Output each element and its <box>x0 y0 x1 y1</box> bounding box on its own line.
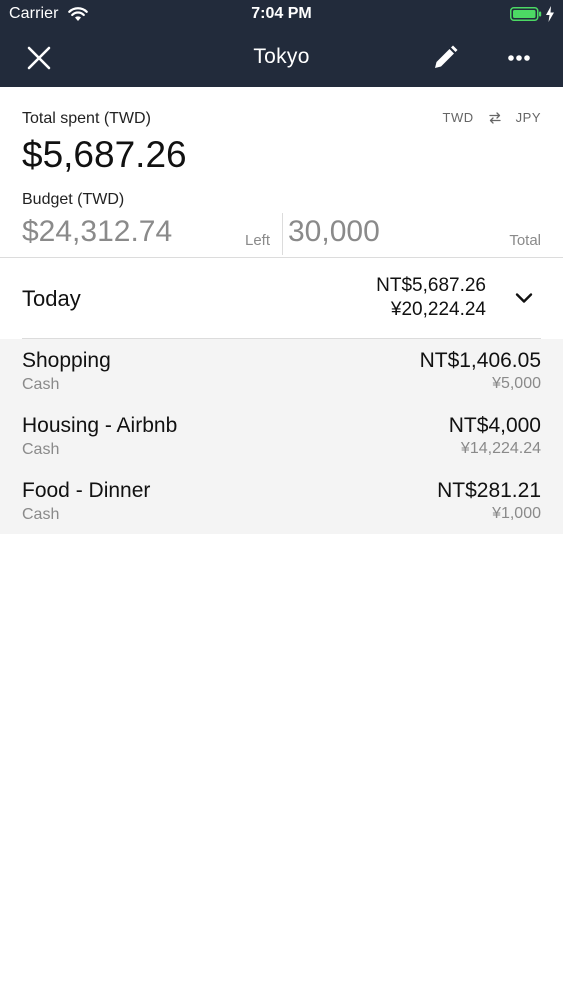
expense-payment-method: Cash <box>22 376 60 393</box>
expense-title: Food - Dinner <box>22 479 151 502</box>
expense-payment-method: Cash <box>22 441 60 458</box>
day-label: Today <box>22 286 81 311</box>
battery-icon <box>510 7 542 21</box>
expense-amount-jpy: ¥1,000 <box>492 505 541 522</box>
status-time: 7:04 PM <box>251 5 312 22</box>
budget-left-amount: $24,312.74 <box>22 215 173 248</box>
currency-from: TWD <box>442 110 474 125</box>
budget-divider <box>282 213 283 255</box>
swap-icon <box>489 111 501 124</box>
expense-title: Housing - Airbnb <box>22 414 178 437</box>
budget-left-label: Left <box>245 232 271 249</box>
collapse-day-button[interactable] <box>512 286 536 310</box>
chevron-down-icon <box>515 293 533 303</box>
budget-total-label: Total <box>509 232 541 249</box>
status-bar: Carrier 7:04 PM <box>0 0 563 30</box>
total-spent-amount: $5,687.26 <box>22 134 187 175</box>
more-options-button[interactable] <box>502 41 536 75</box>
more-icon <box>508 55 530 61</box>
expense-list: Shopping Cash NT$1,406.05 ¥5,000 Housing… <box>0 339 563 534</box>
budget-label: Budget (TWD) <box>22 191 125 208</box>
expense-amount-twd: NT$4,000 <box>448 414 541 437</box>
trip-summary: Total spent (TWD) TWD JPY $5,687.26 Budg… <box>0 87 563 258</box>
charging-bolt-icon <box>546 6 554 22</box>
expense-row[interactable]: Housing - Airbnb Cash NT$4,000 ¥14,224.2… <box>0 404 563 469</box>
expense-row[interactable]: Food - Dinner Cash NT$281.21 ¥1,000 <box>0 469 563 534</box>
expense-amount-jpy: ¥14,224.24 <box>460 440 541 457</box>
day-total-jpy: ¥20,224.24 <box>390 299 486 320</box>
day-totals: NT$5,687.26 ¥20,224.24 <box>376 274 486 322</box>
day-header[interactable]: Today NT$5,687.26 ¥20,224.24 <box>0 258 563 339</box>
expense-amount-jpy: ¥5,000 <box>492 375 541 392</box>
expense-amount-twd: NT$1,406.05 <box>419 349 541 372</box>
expense-payment-method: Cash <box>22 506 60 523</box>
currency-toggle[interactable]: TWD JPY <box>443 110 541 125</box>
day-total-twd: NT$5,687.26 <box>376 275 486 296</box>
total-spent-label: Total spent (TWD) <box>22 110 151 127</box>
currency-to: JPY <box>515 110 541 125</box>
budget-total-amount[interactable]: 30,000 <box>288 215 380 249</box>
expense-title: Shopping <box>22 349 111 372</box>
expense-row[interactable]: Shopping Cash NT$1,406.05 ¥5,000 <box>0 339 563 404</box>
navigation-bar: Tokyo <box>0 30 563 87</box>
expense-amount-twd: NT$281.21 <box>437 479 541 502</box>
top-bar: Carrier 7:04 PM Tokyo <box>0 0 563 87</box>
pencil-icon <box>435 45 458 68</box>
page-title: Tokyo <box>253 45 310 68</box>
edit-button[interactable] <box>428 41 462 75</box>
